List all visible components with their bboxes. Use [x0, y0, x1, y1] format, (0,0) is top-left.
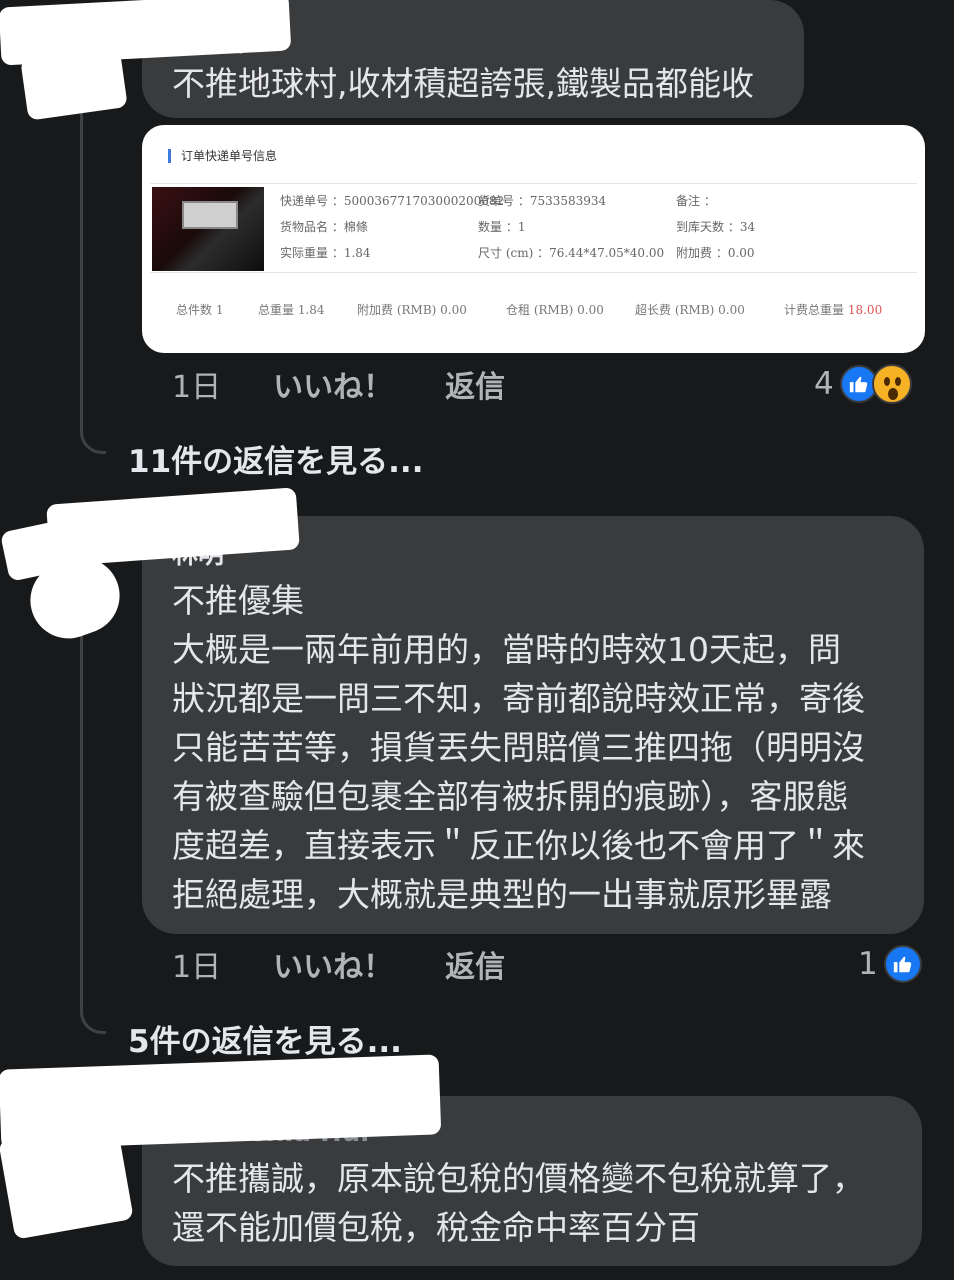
days-to-warehouse: 到库天数 ：34: [676, 220, 756, 234]
like-button[interactable]: いいね！: [273, 362, 393, 406]
thread-line: [80, 60, 83, 428]
thread-connector: [80, 1008, 106, 1034]
view-replies-link[interactable]: 5件の返信を見る...: [128, 1016, 402, 1061]
comment-text: 不推攜誠，原本說包稅的價格變不包稅就算了， 還不能加價包稅，稅金命中率百分百: [172, 1159, 865, 1247]
total-surcharge: 附加费 (RMB) 0.00: [357, 303, 467, 317]
reaction-summary[interactable]: 1: [858, 943, 922, 985]
overlength-fee: 超长费 (RMB) 0.00: [635, 303, 745, 317]
package-photo: [152, 187, 264, 271]
reaction-count: 4: [814, 366, 834, 402]
view-replies-link[interactable]: 11件の返信を見る...: [128, 436, 423, 481]
redaction-mark: [20, 45, 128, 121]
surcharge: 附加费 ：0.00: [676, 246, 755, 260]
comment-bubble: 林明 不推優集 大概是一兩年前用的，當時的時效10天起，問 狀況都是一問三不知，…: [142, 516, 924, 934]
order-screenshot[interactable]: 订单快递单号信息 快递单号 ：500036771703000200082 货单号…: [142, 125, 925, 353]
comment-text: 不推優集 大概是一兩年前用的，當時的時效10天起，問 狀況都是一問三不知，寄前都…: [172, 581, 865, 914]
order-card-title: 订单快递单号信息: [168, 149, 277, 163]
wow-icon: [871, 364, 912, 404]
divider: [150, 183, 917, 184]
billed-weight-value: 18.00: [847, 303, 883, 317]
storage-fee: 仓租 (RMB) 0.00: [506, 303, 604, 317]
quantity: 数量 ：1: [478, 220, 526, 234]
reaction-summary[interactable]: 4: [814, 363, 912, 405]
divider: [150, 272, 917, 273]
comment-actions: 1日 いいね！ 返信: [172, 942, 557, 986]
redaction-mark: [0, 1120, 134, 1240]
product-name: 货物品名 ：棉條: [280, 220, 368, 234]
reaction-count: 1: [858, 946, 878, 982]
goods-number: 货单号 ：7533583934: [478, 194, 607, 208]
tracking-number: 快递单号 ：500036771703000200082: [280, 194, 505, 208]
billed-weight: 计费总重量 18.00: [784, 301, 882, 318]
reply-button[interactable]: 返信: [445, 942, 505, 986]
total-weight: 总重量 1.84: [258, 303, 325, 317]
comment-text: 不推地球村,收材積超誇張,鐵製品都能收: [172, 64, 754, 103]
dimensions: 尺寸 (cm) ：76.44*47.05*40.00: [478, 246, 665, 260]
thread-line: [80, 620, 83, 1008]
comment-time[interactable]: 1日: [172, 362, 221, 406]
billed-weight-label: 计费总重量: [784, 303, 845, 317]
reply-button[interactable]: 返信: [445, 362, 505, 406]
comment-time[interactable]: 1日: [172, 942, 221, 986]
comment-actions: 1日 いいね！ 返信: [172, 362, 557, 406]
like-icon: [883, 945, 922, 983]
thread-connector: [80, 428, 106, 454]
actual-weight: 实际重量 ：1.84: [280, 246, 371, 260]
total-count: 总件数 1: [176, 303, 224, 317]
note: 备注 ：: [676, 194, 716, 208]
like-button[interactable]: いいね！: [273, 942, 393, 986]
